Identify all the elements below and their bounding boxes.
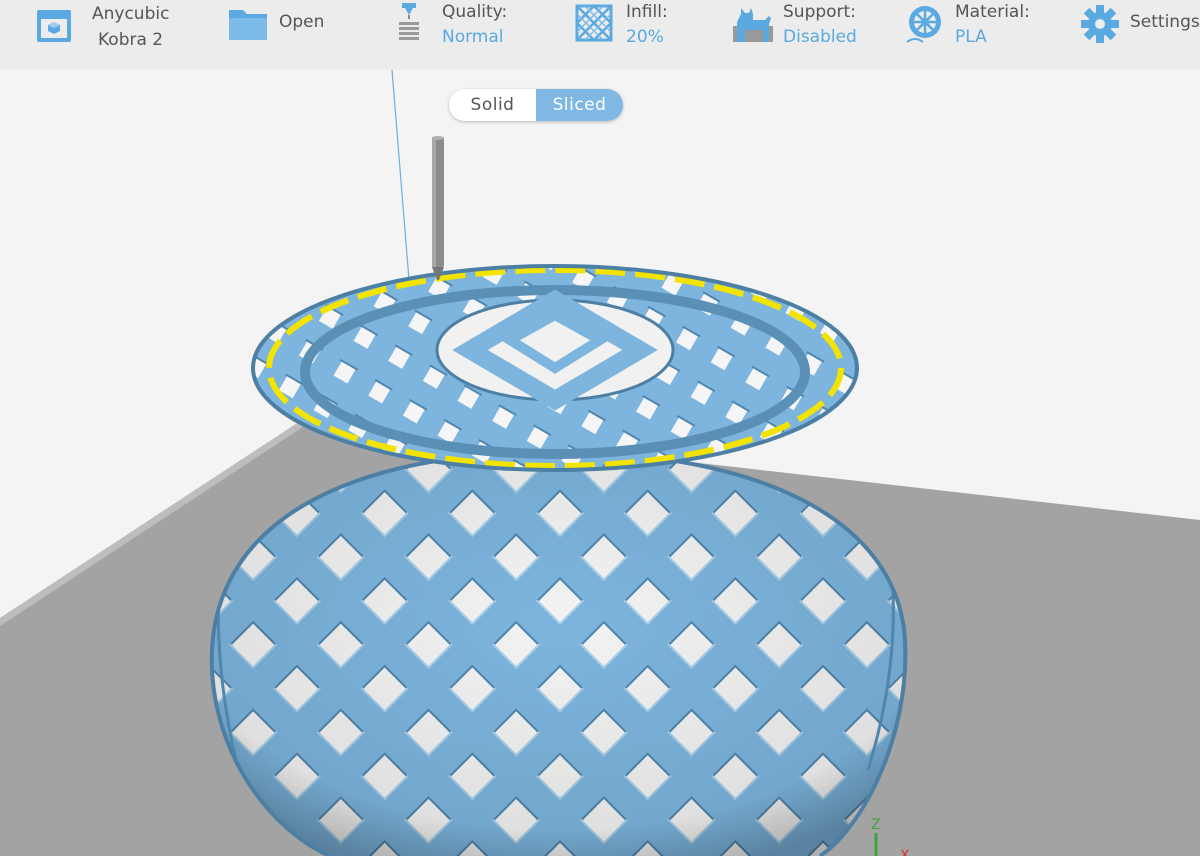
support-dog-icon <box>733 8 773 42</box>
open-label: Open <box>279 12 325 32</box>
filament-spool-icon <box>906 6 941 43</box>
settings-label: Settings <box>1130 12 1200 32</box>
infill-button[interactable]: Infill: 20% <box>575 0 685 70</box>
folder-icon <box>229 10 267 40</box>
open-button[interactable]: Open <box>228 0 338 70</box>
printer-selector-button[interactable]: Anycubic Kobra 2 <box>30 0 180 70</box>
quality-value: Normal <box>442 27 504 47</box>
quality-button[interactable]: Quality: Normal <box>396 0 516 70</box>
infill-grid-icon <box>575 4 613 42</box>
support-label: Support: <box>783 2 856 22</box>
z-axis-label: Z <box>871 817 881 833</box>
nozzle-guide-line <box>391 70 410 281</box>
quality-label: Quality: <box>442 2 508 22</box>
x-axis-label: X <box>900 848 910 856</box>
infill-label: Infill: <box>626 2 668 22</box>
support-button[interactable]: Support: Disabled <box>731 0 861 70</box>
top-toolbar: Anycubic Kobra 2 Open Quality: Normal In… <box>0 0 1200 70</box>
printer-icon <box>37 10 71 42</box>
nozzle-layers-icon <box>399 3 419 40</box>
solid-view-button[interactable]: Solid <box>449 89 536 121</box>
gear-icon <box>1081 5 1119 43</box>
material-button[interactable]: Material: PLA <box>905 0 1035 70</box>
3d-viewport[interactable]: Z X <box>0 70 1200 856</box>
settings-button[interactable]: Settings <box>1080 0 1200 70</box>
3d-scene: Z X <box>0 70 1200 856</box>
printer-name-line2: Kobra 2 <box>98 30 164 50</box>
slicer-app: Anycubic Kobra 2 Open Quality: Normal In… <box>0 0 1200 856</box>
sliced-view-button[interactable]: Sliced <box>536 89 623 121</box>
printer-name-line1: Anycubic <box>92 4 170 24</box>
extruder-nozzle <box>432 136 444 280</box>
infill-value: 20% <box>626 27 664 47</box>
material-value: PLA <box>955 27 987 47</box>
support-value: Disabled <box>783 27 857 47</box>
material-label: Material: <box>955 2 1030 22</box>
view-mode-toggle: Solid Sliced <box>449 89 623 121</box>
